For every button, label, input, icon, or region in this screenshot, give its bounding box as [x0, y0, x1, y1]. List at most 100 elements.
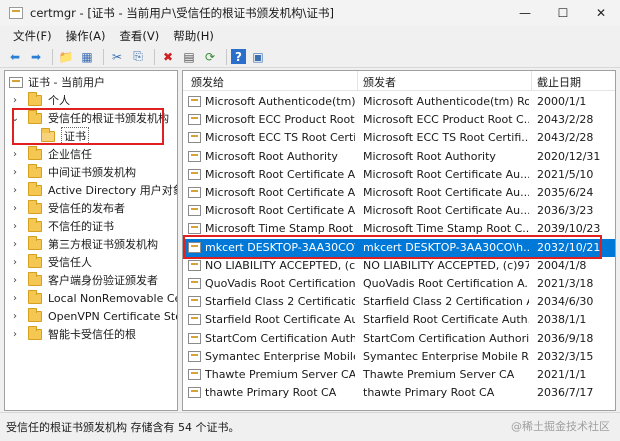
maximize-button[interactable]: ☐ [544, 0, 582, 26]
certificate-row[interactable]: Microsoft Time Stamp Root ... Microsoft T… [183, 220, 615, 238]
copy-icon[interactable]: ⎘ [129, 48, 147, 66]
tree-item-trusted-publishers[interactable]: › 受信任的发布者 [9, 199, 125, 217]
expand-chevron-icon[interactable]: › [9, 257, 21, 268]
certificate-row[interactable]: Symantec Enterprise Mobile ... Symantec E… [183, 348, 615, 366]
tree-item-client-auth-issuers[interactable]: › 客户端身份验证颁发者 [9, 271, 158, 289]
tree-item-local-nonremovable[interactable]: › Local NonRemovable Cert [9, 289, 178, 307]
tree-item-personal[interactable]: › 个人 [9, 91, 70, 109]
cell-issued-to: Microsoft Root Certificate A... [205, 186, 355, 199]
certificate-row[interactable]: Microsoft Root Certificate A... Microsoft… [183, 184, 615, 202]
show-hide-tree-icon[interactable]: ▦ [78, 48, 96, 66]
cell-issued-to: Starfield Root Certificate Aut... [205, 313, 355, 327]
minimize-button[interactable]: — [506, 0, 544, 26]
expand-chevron-icon[interactable]: › [9, 239, 21, 250]
cell-issued-to: Symantec Enterprise Mobile ... [205, 349, 355, 363]
back-arrow-icon[interactable]: ⬅ [6, 48, 24, 66]
certificate-row[interactable]: Microsoft ECC Product Root ... Microsoft … [183, 111, 615, 129]
toolbar: ⬅ ➡ 📁 ▦ ✂ ⎘ ✖ ▤ ⟳ ? ▣ [0, 46, 620, 68]
cell-expiration: 2036/7/17 [537, 386, 594, 400]
tree-item-intermediate-ca[interactable]: › 中间证书颁发机构 [9, 163, 136, 181]
tree-pane[interactable]: 证书 - 当前用户 › 个人 ⌄ 受信任的根证书颁发机构 证书 › 企业信任 ›… [4, 70, 178, 411]
tree-item-openvpn-store[interactable]: › OpenVPN Certificate Store [9, 307, 177, 325]
certificate-row[interactable]: Microsoft ECC TS Root Certif... Microsoft… [183, 129, 615, 147]
menu-view[interactable]: 查看(V) [112, 28, 166, 44]
cell-issued-to: Thawte Premium Server CA [205, 368, 355, 381]
menu-bar: 文件(F) 操作(A) 查看(V) 帮助(H) [0, 26, 620, 46]
certificate-row[interactable]: QuoVadis Root Certification ... QuoVadis … [183, 275, 615, 293]
expand-chevron-icon[interactable]: › [9, 95, 21, 106]
tree-item-smartcard-root[interactable]: › 智能卡受信任的根 [9, 325, 136, 343]
column-divider[interactable] [357, 71, 358, 91]
cell-expiration: 2036/3/23 [537, 204, 594, 218]
tree-item-third-party-root[interactable]: › 第三方根证书颁发机构 [9, 235, 158, 253]
folder-icon [28, 307, 42, 322]
column-issued-by[interactable]: 颁发者 [363, 74, 396, 90]
certificate-store-icon [9, 76, 23, 88]
tree-item-label: 受信任人 [48, 256, 92, 269]
certificate-row[interactable]: NO LIABILITY ACCEPTED, (c)... NO LIABILIT… [183, 257, 615, 275]
folder-icon [28, 181, 42, 196]
cell-issued-by: Symantec Enterprise Mobile R... [363, 349, 529, 363]
cell-issued-by: Thawte Premium Server CA [363, 368, 515, 381]
expand-chevron-icon[interactable]: › [9, 203, 21, 214]
column-issued-to[interactable]: 颁发给 [191, 74, 224, 90]
certificate-row[interactable]: Microsoft Root Certificate A... Microsoft… [183, 202, 615, 220]
cell-issued-by: Starfield Root Certificate Auth... [363, 313, 529, 327]
collapse-chevron-icon[interactable]: ⌄ [9, 113, 21, 124]
expand-chevron-icon[interactable]: › [9, 293, 21, 304]
certificate-icon [188, 369, 201, 380]
tree-item-active-directory[interactable]: › Active Directory 用户对象 [9, 181, 177, 199]
folder-icon [28, 91, 42, 106]
cell-expiration: 2036/9/18 [537, 331, 594, 345]
certificate-row[interactable]: Microsoft Root Authority Microsoft Root A… [183, 148, 615, 166]
folder-icon [28, 325, 42, 340]
certificate-row-selected[interactable]: mkcert DESKTOP-3AA30CO\l... mkcert DESKTO… [183, 238, 615, 257]
expand-chevron-icon[interactable]: › [9, 185, 21, 196]
menu-file[interactable]: 文件(F) [6, 28, 59, 44]
tree-item-label: Local NonRemovable Cert [48, 291, 178, 305]
certificate-row[interactable]: StartCom Certification Autho... StartCom … [183, 330, 615, 348]
tree-item-trusted-root[interactable]: ⌄ 受信任的根证书颁发机构 [9, 109, 169, 127]
cell-expiration: 2043/2/28 [537, 131, 594, 145]
close-button[interactable]: ✕ [582, 0, 620, 26]
certificate-list[interactable]: 颁发给 颁发者 截止日期 Microsoft Authenticode(tm) … [182, 70, 616, 411]
expand-chevron-icon[interactable]: › [9, 149, 21, 160]
certificate-icon [188, 96, 201, 107]
forward-arrow-icon[interactable]: ➡ [27, 48, 45, 66]
expand-chevron-icon[interactable]: › [9, 311, 21, 322]
certificate-row[interactable]: Microsoft Authenticode(tm) ... Microsoft … [183, 93, 615, 111]
tree-item-enterprise-trust[interactable]: › 企业信任 [9, 145, 92, 163]
refresh-icon[interactable]: ⟳ [201, 48, 219, 66]
tree-root[interactable]: 证书 - 当前用户 [9, 73, 105, 91]
cell-issued-by: Microsoft Authenticode(tm) Ro... [363, 95, 529, 108]
cut-icon[interactable]: ✂ [108, 48, 126, 66]
certificate-row[interactable]: Starfield Class 2 Certificatio... Starfie… [183, 293, 615, 311]
expand-chevron-icon[interactable]: › [9, 329, 21, 340]
certificate-icon [188, 278, 201, 289]
menu-action[interactable]: 操作(A) [59, 28, 113, 44]
folder-up-icon[interactable]: 📁 [57, 48, 75, 66]
view-icon[interactable]: ▣ [249, 48, 267, 66]
column-expiration[interactable]: 截止日期 [537, 74, 581, 90]
tree-item-certificates[interactable]: 证书 [41, 127, 89, 145]
expand-chevron-icon[interactable]: › [9, 275, 21, 286]
folder-icon [28, 235, 42, 250]
certificate-icon [188, 168, 201, 180]
certificate-icon [188, 132, 201, 144]
certificate-icon [188, 332, 201, 344]
column-divider[interactable] [531, 71, 532, 91]
certificate-row[interactable]: Starfield Root Certificate Aut... Starfie… [183, 311, 615, 329]
properties-icon[interactable]: ▤ [180, 48, 198, 66]
certificate-row[interactable]: Thawte Premium Server CA Thawte Premium S… [183, 366, 615, 384]
menu-help[interactable]: 帮助(H) [166, 28, 221, 44]
tree-item-trusted-people[interactable]: › 受信任人 [9, 253, 92, 271]
cell-issued-by: Microsoft Root Certificate Au... [363, 186, 529, 199]
certificate-row[interactable]: thawte Primary Root CA thawte Primary Roo… [183, 384, 615, 402]
help-icon[interactable]: ? [231, 49, 246, 64]
expand-chevron-icon[interactable]: › [9, 221, 21, 232]
cell-issued-to: mkcert DESKTOP-3AA30CO\l... [205, 240, 355, 254]
delete-icon[interactable]: ✖ [159, 48, 177, 66]
certificate-row[interactable]: Microsoft Root Certificate A... Microsoft… [183, 166, 615, 184]
tree-item-untrusted[interactable]: › 不信任的证书 [9, 217, 114, 235]
expand-chevron-icon[interactable]: › [9, 167, 21, 178]
